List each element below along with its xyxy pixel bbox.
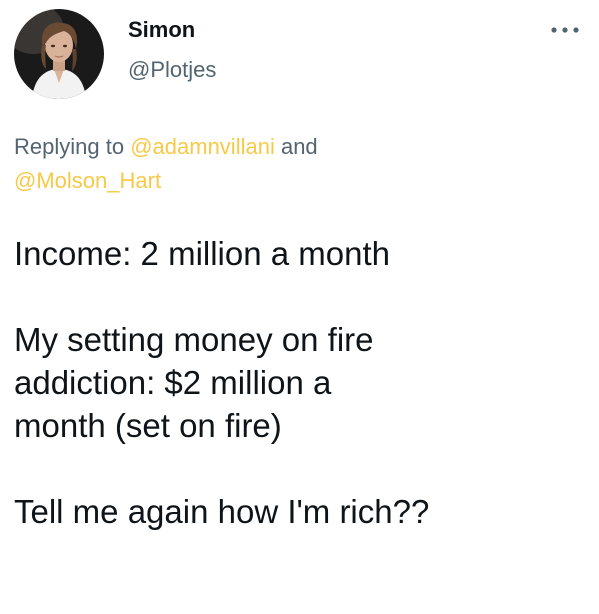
tweet-paragraph: Tell me again how I'm rich?? bbox=[14, 490, 589, 533]
tweet-card: Simon @Plotjes Replying to @adamnvillani… bbox=[0, 0, 599, 614]
tweet-line: Income: 2 million a month bbox=[14, 235, 391, 272]
mention-link[interactable]: @adamnvillani bbox=[130, 134, 275, 159]
reply-prefix: Replying to bbox=[14, 134, 125, 159]
avatar[interactable] bbox=[14, 9, 104, 99]
tweet-body: Income: 2 million a month My setting mon… bbox=[14, 232, 589, 533]
tweet-paragraph: Income: 2 million a month bbox=[14, 232, 589, 275]
more-options-button[interactable] bbox=[549, 22, 581, 38]
tweet-line: addiction: $2 million a bbox=[14, 364, 332, 401]
author-handle[interactable]: @Plotjes bbox=[128, 56, 216, 84]
tweet-line: month (set on fire) bbox=[14, 407, 282, 444]
tweet-line: Tell me again how I'm rich?? bbox=[14, 493, 430, 530]
tweet-paragraph: My setting money on fire addiction: $2 m… bbox=[14, 318, 589, 447]
more-horizontal-icon bbox=[551, 27, 579, 33]
profile-photo-icon bbox=[14, 9, 104, 99]
tweet-line: My setting money on fire bbox=[14, 321, 374, 358]
mention-link[interactable]: @Molson_Hart bbox=[14, 168, 161, 193]
reply-context: Replying to @adamnvillani and @Molson_Ha… bbox=[14, 130, 494, 198]
author-display-name[interactable]: Simon bbox=[128, 16, 195, 44]
reply-conjunction: and bbox=[280, 134, 318, 159]
